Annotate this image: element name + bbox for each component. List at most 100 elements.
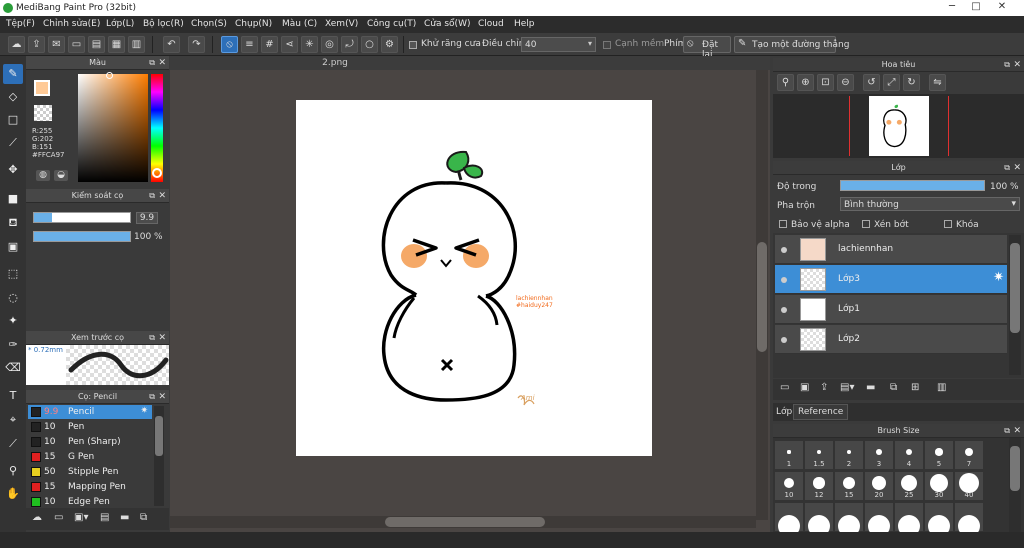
move-tool-icon[interactable]: ✥ [3, 160, 23, 180]
bucket-tool-icon[interactable]: ⛾ [3, 213, 23, 233]
clipping-checkbox[interactable] [862, 220, 870, 228]
drawing-canvas[interactable]: lachiennhan #haiduy247 Ami [296, 100, 652, 456]
hue-slider-handle[interactable] [152, 168, 162, 178]
color-wheel-icon[interactable]: ◒ [54, 170, 68, 181]
new-layer-icon[interactable]: ▭ [780, 382, 789, 393]
foreground-color-swatch[interactable] [34, 80, 50, 96]
grid-snap-icon[interactable]: # [261, 36, 278, 53]
brush-size-cell[interactable] [865, 503, 893, 532]
detach-icon[interactable]: ⧉ [149, 331, 155, 345]
menu-capture[interactable]: Chụp(N) [235, 19, 272, 29]
visibility-eye-icon[interactable] [781, 247, 787, 253]
radial-snap-icon[interactable]: ✳ [301, 36, 318, 53]
undo-icon[interactable]: ↶ [163, 36, 180, 53]
hue-slider[interactable] [151, 74, 163, 182]
grid-icon[interactable]: ▥ [128, 36, 145, 53]
page-icon[interactable]: ▭ [68, 36, 85, 53]
magic-wand-tool-icon[interactable]: ✦ [3, 311, 23, 331]
scrollbar-thumb[interactable] [1010, 446, 1020, 491]
curve-snap-icon[interactable]: ⤾ [341, 36, 358, 53]
brush-list-scrollbar[interactable] [154, 406, 164, 506]
close-button[interactable]: ✕ [992, 1, 1012, 14]
snap-off-icon[interactable]: ⦸ [221, 36, 238, 53]
folder-icon[interactable]: ▬ [866, 382, 875, 393]
brush-item-pencil[interactable]: 9.9 Pencil ✷ [28, 405, 152, 419]
close-icon[interactable]: ✕ [1013, 58, 1021, 72]
select-rect-tool-icon[interactable]: ⬚ [3, 264, 23, 284]
text-tool-icon[interactable]: T [3, 386, 23, 406]
select-eraser-tool-icon[interactable]: ⌫ [3, 358, 23, 378]
detach-icon[interactable]: ⧉ [149, 56, 155, 70]
brush-size-cell[interactable] [775, 503, 803, 532]
maximize-button[interactable]: □ [966, 1, 986, 14]
brush-size-cell[interactable]: 30 [925, 472, 953, 500]
layer-scrollbar[interactable] [1009, 235, 1021, 375]
menu-view[interactable]: Xem(V) [325, 19, 358, 29]
brush-size-scrollbar[interactable] [1009, 438, 1021, 532]
layer-opacity-slider[interactable] [840, 180, 985, 191]
soft-edge-checkbox[interactable] [603, 41, 611, 49]
close-icon[interactable]: ✕ [158, 56, 166, 70]
brush-size-slider[interactable] [33, 212, 131, 223]
brush-settings-icon[interactable]: ▤ [100, 512, 109, 523]
divide-tool-icon[interactable]: ⟋ [3, 434, 23, 454]
saturation-value-picker[interactable] [78, 74, 148, 182]
brush-size-cell[interactable]: 1.5 [805, 441, 833, 469]
transparent-swatch[interactable] [34, 105, 52, 121]
layer-row-selected[interactable]: Lớp3 ✷ [775, 265, 1007, 294]
pages-icon[interactable]: ▦ [108, 36, 125, 53]
palette-icon[interactable]: ◍ [36, 170, 50, 181]
brush-opacity-slider[interactable] [33, 231, 131, 242]
menu-cloud[interactable]: Cloud [478, 19, 504, 29]
zoom-out-icon[interactable]: ⊖ [837, 74, 854, 91]
lock-checkbox[interactable] [944, 220, 952, 228]
scrollbar-thumb[interactable] [1010, 243, 1020, 333]
protect-alpha-checkbox[interactable] [779, 220, 787, 228]
folder-icon[interactable]: ▬ [120, 512, 129, 523]
rotate-left-icon[interactable]: ↺ [863, 74, 880, 91]
brush-size-cell[interactable]: 15 [835, 472, 863, 500]
brush-size-cell[interactable] [955, 503, 983, 532]
flip-icon[interactable]: ⇋ [929, 74, 946, 91]
detach-icon[interactable]: ⧉ [1004, 424, 1010, 438]
close-icon[interactable]: ✕ [158, 331, 166, 345]
close-icon[interactable]: ✕ [1013, 424, 1021, 438]
brush-item-edge-pen[interactable]: 10 Edge Pen [28, 495, 152, 507]
cloud-icon[interactable]: ☁ [8, 36, 25, 53]
visibility-eye-icon[interactable] [781, 277, 787, 283]
brush-size-cell[interactable]: 5 [925, 441, 953, 469]
fit-icon[interactable]: ⊡ [817, 74, 834, 91]
brush-size-cell[interactable]: 1 [775, 441, 803, 469]
tab-layer[interactable]: Lớp [776, 407, 792, 417]
new-brush-icon[interactable]: ▭ [54, 512, 63, 523]
brush-size-cell[interactable]: 10 [775, 472, 803, 500]
comment-icon[interactable]: ✉ [48, 36, 65, 53]
dot-tool-icon[interactable]: ⟋ [3, 133, 23, 153]
close-icon[interactable]: ✕ [158, 189, 166, 203]
perspective-snap-icon[interactable]: ⋖ [281, 36, 298, 53]
menu-tools[interactable]: Công cụ(T) [367, 19, 416, 29]
scrollbar-thumb[interactable] [155, 416, 163, 456]
blend-mode-select[interactable]: Bình thường ▾ [840, 197, 1020, 211]
gear-icon[interactable]: ✷ [140, 406, 148, 416]
lasso-tool-icon[interactable]: ◌ [3, 288, 23, 308]
fit-screen-icon[interactable]: ⤢ [883, 74, 900, 91]
menu-window[interactable]: Cửa sổ(W) [424, 19, 470, 29]
scrollbar-thumb[interactable] [757, 242, 767, 352]
merge-layer-icon[interactable]: ⊞ [911, 382, 919, 393]
duplicate-icon[interactable]: ⧉ [140, 512, 147, 523]
close-icon[interactable]: ✕ [1013, 161, 1021, 175]
document-icon[interactable]: ▤ [88, 36, 105, 53]
hand-tool-icon[interactable]: ✋ [3, 484, 23, 504]
brush-size-cell[interactable]: 7 [955, 441, 983, 469]
brush-size-cell[interactable]: 20 [865, 472, 893, 500]
reset-button[interactable]: ⦸ Đặt lại [683, 36, 731, 60]
share-icon[interactable]: ⇪ [28, 36, 45, 53]
operation-tool-icon[interactable]: ⌖ [3, 410, 23, 430]
visibility-eye-icon[interactable] [781, 307, 787, 313]
duplicate-layer-icon[interactable]: ⇪ [820, 382, 828, 393]
canvas-vertical-scrollbar[interactable] [756, 70, 768, 520]
circle-snap-icon[interactable]: ○ [361, 36, 378, 53]
menu-color[interactable]: Màu (C) [282, 19, 317, 29]
correction-select[interactable]: 40 ▾ [521, 37, 596, 52]
